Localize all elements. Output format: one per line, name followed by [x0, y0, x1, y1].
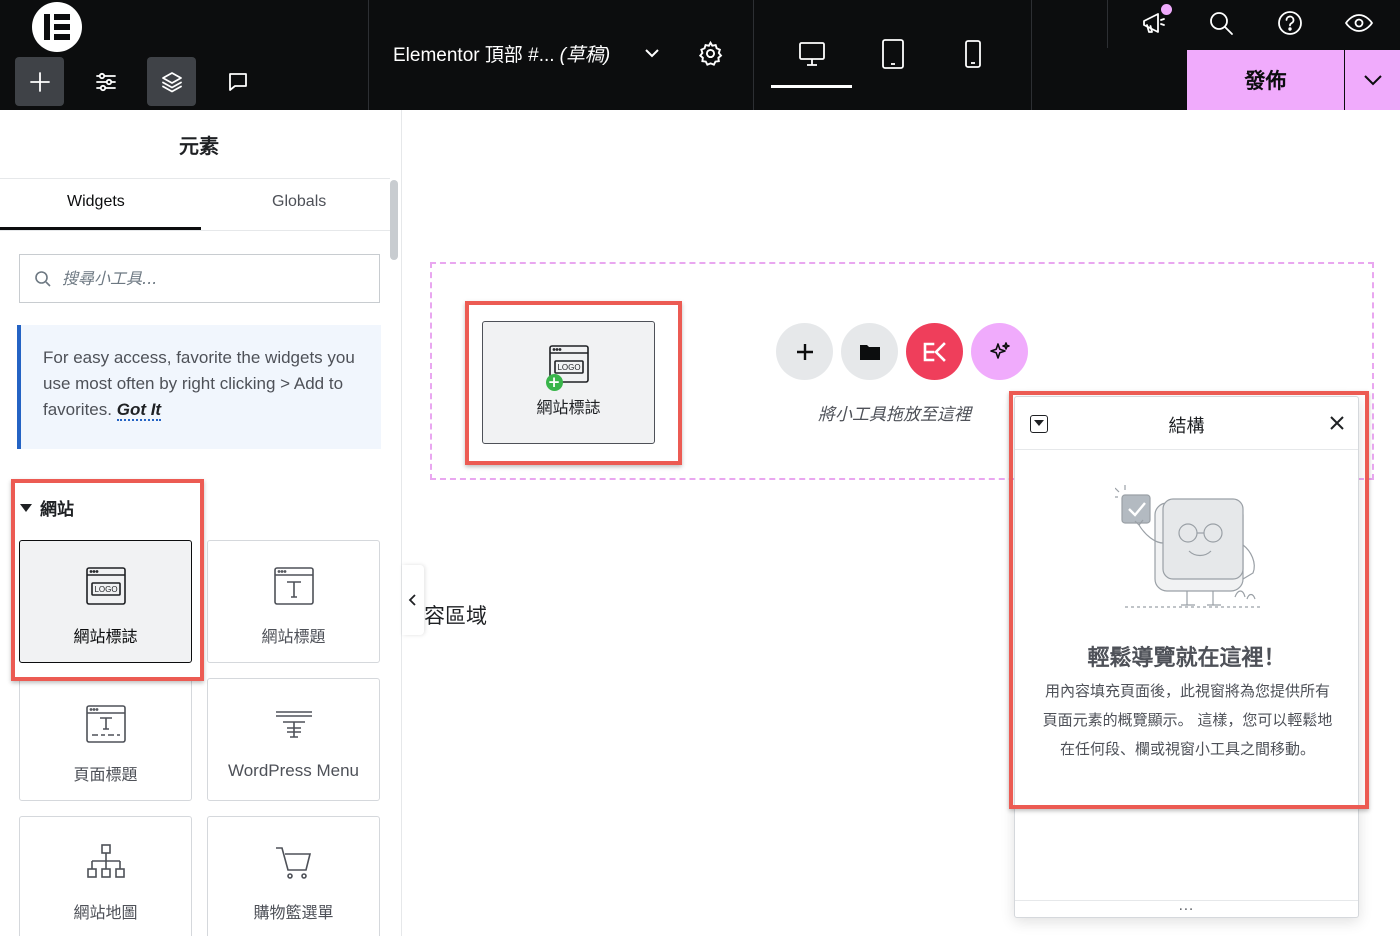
widget-label: 網站標誌	[536, 398, 601, 417]
notes-button[interactable]	[213, 57, 262, 106]
divider	[0, 178, 390, 179]
elementskit-button[interactable]	[906, 323, 963, 380]
drop-hint: 將小工具拖放至這裡	[818, 405, 971, 425]
structure-empty-body: 用內容填充頁面後，此視窗將為您提供所有頁面元素的概覽顯示。 這樣，您可以輕鬆地在…	[1042, 682, 1333, 758]
tablet-icon	[882, 39, 904, 69]
help-button[interactable]	[1275, 8, 1305, 38]
chevron-down-icon[interactable]	[641, 42, 663, 64]
sitemap-icon	[86, 844, 125, 878]
widget-label: WordPress Menu	[227, 761, 359, 780]
elements-panel: 元素 Widgets Globals For easy access, favo…	[0, 110, 402, 936]
structure-panel: 結構 輕鬆導覽就在這裡！ 用內容填充頁面後，此視窗將為您提供所有頁面元素的概覽顯…	[1014, 396, 1359, 918]
tip-text: For easy access, favorite the widgets yo…	[43, 348, 355, 419]
category-label: 網站	[40, 500, 74, 520]
widget-label: 網站標題	[261, 627, 326, 646]
got-it-link[interactable]: Got It	[116, 400, 162, 421]
widget-site-logo[interactable]: LOGO 網站標誌	[19, 540, 192, 663]
widget-wordpress-menu[interactable]: WordPress Menu	[207, 678, 380, 801]
widget-cart-menu[interactable]: 購物籃選單	[207, 816, 380, 936]
cart-icon	[275, 847, 311, 879]
dragging-widget-site-logo[interactable]: LOGO + 網站標誌	[482, 321, 655, 444]
publish-label: 發佈	[1244, 69, 1287, 93]
chevron-down-icon	[1363, 75, 1382, 86]
tab-globals[interactable]: Globals	[272, 193, 326, 211]
empty-state-illustration	[1115, 485, 1260, 608]
add-section-icon	[796, 343, 813, 360]
mobile-icon	[965, 40, 981, 68]
divider	[0, 230, 390, 231]
desktop-icon	[798, 42, 825, 66]
elementskit-icon	[923, 341, 946, 362]
preview-button[interactable]	[1344, 8, 1374, 38]
favorites-tip: For easy access, favorite the widgets yo…	[17, 325, 381, 449]
widget-site-title[interactable]: 網站標題	[207, 540, 380, 663]
elementor-logo-icon[interactable]	[32, 2, 82, 52]
widget-search	[19, 254, 380, 303]
panel-scrollbar[interactable]	[390, 180, 398, 260]
widget-page-title[interactable]: 頁面標題	[19, 678, 192, 801]
site-settings-button[interactable]	[81, 57, 130, 106]
document-title-text: Elementor 頂部 #...	[393, 45, 555, 66]
structure-title: 結構	[1168, 416, 1205, 437]
category-header-site[interactable]: 網站	[20, 495, 74, 520]
container-area-text: 容區域	[424, 604, 487, 628]
structure-button[interactable]	[147, 57, 196, 106]
page-title-icon	[85, 705, 126, 743]
logo-text: LOGO	[557, 363, 580, 372]
ai-button[interactable]	[971, 323, 1028, 380]
divider	[753, 0, 754, 110]
document-title[interactable]: Elementor 頂部 #... (草稿)	[393, 40, 610, 67]
site-title-icon	[273, 567, 314, 605]
collapse-panel-button[interactable]	[402, 565, 424, 635]
add-element-button[interactable]	[15, 57, 64, 106]
add-element-icon	[29, 71, 50, 92]
divider	[1107, 0, 1108, 48]
structure-header: 結構	[1015, 397, 1358, 450]
template-library-icon	[859, 344, 880, 360]
search-icon	[35, 271, 51, 287]
publish-button[interactable]: 發佈	[1187, 50, 1344, 110]
add-badge-icon: +	[545, 374, 563, 391]
site-settings-icon	[95, 72, 116, 91]
top-bar: Elementor 頂部 #... (草稿) 發佈	[0, 0, 1400, 110]
close-icon[interactable]	[1327, 413, 1347, 433]
divider	[368, 0, 369, 110]
caret-down-icon	[20, 503, 32, 512]
widget-label: 頁面標題	[73, 765, 138, 784]
tab-widgets[interactable]: Widgets	[67, 193, 125, 211]
widget-label: 網站標誌	[73, 627, 138, 646]
nav-menu-icon	[275, 711, 312, 738]
gear-icon[interactable]	[697, 40, 724, 67]
search-icon	[1210, 12, 1233, 35]
ai-sparkle-icon	[989, 341, 1010, 359]
add-section-button[interactable]	[776, 323, 833, 380]
preview-icon	[1345, 14, 1373, 32]
notes-icon	[228, 72, 247, 91]
tablet-view-button[interactable]	[872, 36, 914, 72]
mobile-view-button[interactable]	[955, 36, 991, 72]
logo-text: LOGO	[94, 585, 117, 594]
site-logo-icon: LOGO	[85, 567, 126, 605]
divider	[1031, 0, 1032, 110]
template-library-button[interactable]	[841, 323, 898, 380]
widget-label: 網站地圖	[73, 903, 138, 922]
notification-dot	[1161, 4, 1172, 15]
publish-options-button[interactable]	[1345, 50, 1400, 110]
search-button[interactable]	[1206, 8, 1236, 38]
panel-title: 元素	[179, 134, 219, 158]
desktop-view-button[interactable]	[771, 36, 852, 88]
structure-icon	[161, 71, 182, 92]
help-icon	[1278, 11, 1302, 35]
widget-label: 購物籃選單	[253, 903, 334, 922]
structure-empty-heading: 輕鬆導覽就在這裡！	[1087, 646, 1286, 671]
resize-handle[interactable]: ...	[1015, 900, 1358, 918]
chevron-left-icon	[408, 594, 416, 606]
widget-search-input[interactable]	[62, 263, 362, 293]
document-status: (草稿)	[559, 45, 611, 66]
widget-sitemap[interactable]: 網站地圖	[19, 816, 192, 936]
